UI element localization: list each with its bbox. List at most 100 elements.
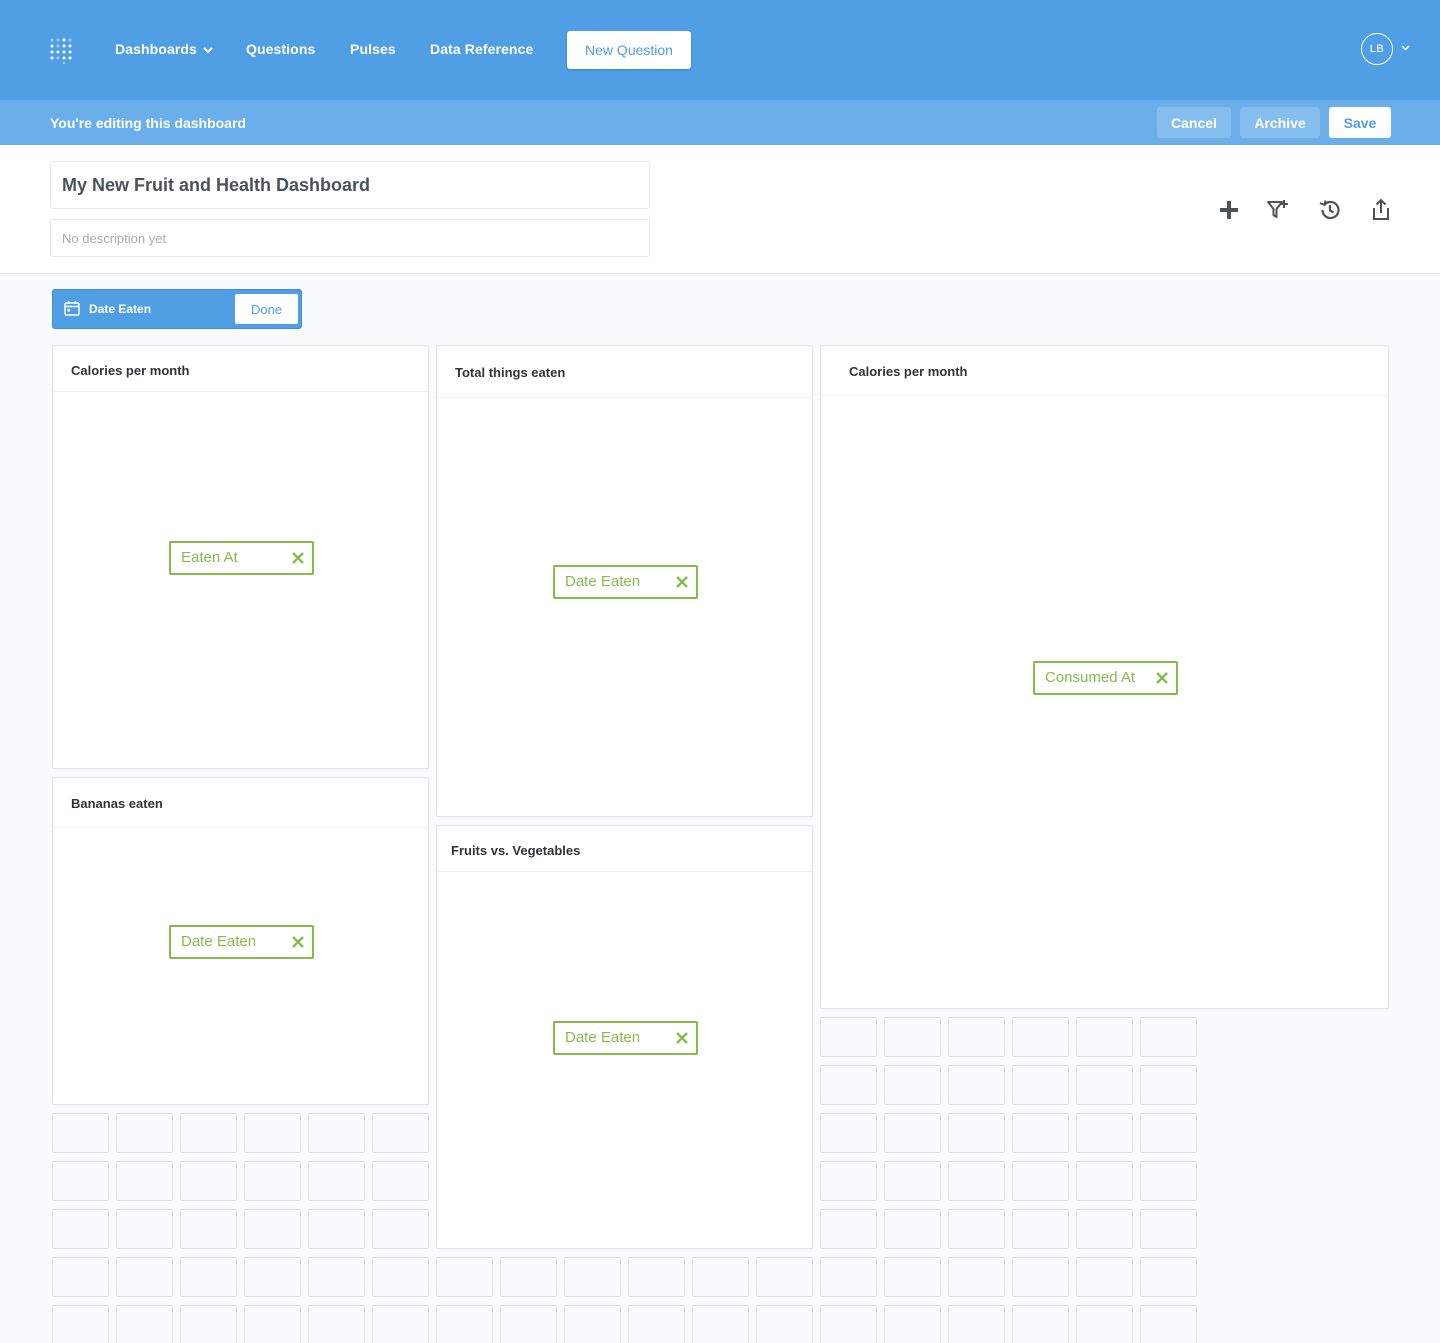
- card-header: Fruits vs. Vegetables: [437, 826, 812, 872]
- grid-placeholder-cell: [884, 1257, 941, 1297]
- grid-placeholder-cell: [1012, 1017, 1069, 1057]
- parameter-mapping-target[interactable]: Date Eaten: [553, 565, 698, 599]
- grid-placeholder-cell: [820, 1305, 877, 1343]
- grid-placeholder-cell: [52, 1113, 109, 1153]
- top-nav: Dashboards Questions Pulses Data Referen…: [0, 0, 1440, 100]
- add-filter-icon[interactable]: [1266, 198, 1290, 222]
- editing-message: You're editing this dashboard: [50, 115, 246, 131]
- card-header: Bananas eaten: [53, 778, 428, 828]
- grid-placeholder-cell: [116, 1113, 173, 1153]
- grid-placeholder-cell: [244, 1161, 301, 1201]
- history-icon[interactable]: [1318, 198, 1342, 222]
- save-button[interactable]: Save: [1329, 107, 1391, 138]
- dashboard-description-input[interactable]: [50, 219, 650, 257]
- grid-placeholder-cell: [180, 1161, 237, 1201]
- grid-placeholder-cell: [52, 1209, 109, 1249]
- grid-placeholder-cell: [884, 1305, 941, 1343]
- parameter-mapping-target[interactable]: Eaten At: [169, 541, 314, 575]
- grid-placeholder-cell: [756, 1257, 813, 1297]
- nav-pulses[interactable]: Pulses: [350, 41, 396, 57]
- grid-placeholder-cell: [372, 1161, 429, 1201]
- grid-placeholder-cell: [1140, 1017, 1197, 1057]
- dashcard-bananas-eaten[interactable]: Bananas eaten Date Eaten: [52, 777, 429, 1105]
- grid-placeholder-cell: [948, 1305, 1005, 1343]
- grid-placeholder-cell: [1140, 1065, 1197, 1105]
- grid-placeholder-cell: [372, 1305, 429, 1343]
- grid-placeholder-cell: [52, 1161, 109, 1201]
- grid-placeholder-cell: [756, 1305, 813, 1343]
- grid-placeholder-cell: [1012, 1257, 1069, 1297]
- grid-placeholder-cell: [884, 1017, 941, 1057]
- grid-placeholder-cell: [1076, 1209, 1133, 1249]
- metabase-logo-icon[interactable]: [49, 36, 77, 64]
- parameter-widget-date-eaten[interactable]: Date Eaten Done: [52, 289, 302, 329]
- grid-placeholder-cell: [1076, 1161, 1133, 1201]
- close-icon[interactable]: [292, 552, 304, 564]
- parameter-mapping-target[interactable]: Date Eaten: [553, 1021, 698, 1055]
- dashcard-calories-per-month[interactable]: Calories per month Eaten At: [52, 345, 429, 769]
- cancel-button[interactable]: Cancel: [1157, 107, 1231, 138]
- grid-placeholder-cell: [564, 1305, 621, 1343]
- grid-placeholder-cell: [244, 1305, 301, 1343]
- parameter-mapping-target[interactable]: Consumed At: [1033, 661, 1178, 695]
- grid-placeholder-cell: [244, 1257, 301, 1297]
- close-icon[interactable]: [292, 936, 304, 948]
- mapping-field-label: Date Eaten: [565, 1029, 641, 1046]
- grid-placeholder-cell: [820, 1065, 877, 1105]
- share-icon[interactable]: [1369, 198, 1393, 222]
- grid-placeholder-cell: [628, 1305, 685, 1343]
- parameter-mapping-target[interactable]: Date Eaten: [169, 925, 314, 959]
- dashcard-calories-per-month-2[interactable]: Calories per month Consumed At: [820, 345, 1389, 1009]
- grid-placeholder-cell: [948, 1209, 1005, 1249]
- grid-placeholder-cell: [372, 1257, 429, 1297]
- grid-placeholder-cell: [1012, 1113, 1069, 1153]
- avatar[interactable]: LB: [1361, 33, 1393, 65]
- mapping-field-label: Date Eaten: [181, 933, 257, 950]
- nav-questions[interactable]: Questions: [246, 41, 315, 57]
- grid-placeholder-cell: [1140, 1305, 1197, 1343]
- grid-placeholder-cell: [116, 1257, 173, 1297]
- grid-placeholder-cell: [948, 1017, 1005, 1057]
- grid-placeholder-cell: [1012, 1305, 1069, 1343]
- archive-button[interactable]: Archive: [1240, 107, 1320, 138]
- grid-placeholder-cell: [244, 1209, 301, 1249]
- nav-data-reference[interactable]: Data Reference: [430, 41, 533, 57]
- card-title: Fruits vs. Vegetables: [451, 843, 581, 858]
- grid-placeholder-cell: [308, 1257, 365, 1297]
- card-header: Calories per month: [53, 346, 428, 392]
- nav-dashboards[interactable]: Dashboards: [115, 41, 213, 57]
- grid-placeholder-cell: [820, 1017, 877, 1057]
- grid-placeholder-cell: [116, 1161, 173, 1201]
- grid-placeholder-cell: [820, 1257, 877, 1297]
- close-icon[interactable]: [1156, 672, 1168, 684]
- add-card-icon[interactable]: [1217, 198, 1241, 222]
- grid-placeholder-cell: [180, 1113, 237, 1153]
- new-question-button[interactable]: New Question: [567, 31, 691, 69]
- mapping-field-label: Date Eaten: [565, 573, 641, 590]
- grid-placeholder-cell: [1076, 1257, 1133, 1297]
- parameter-done-button[interactable]: Done: [235, 294, 298, 324]
- close-icon[interactable]: [676, 1032, 688, 1044]
- grid-placeholder-cell: [692, 1305, 749, 1343]
- grid-placeholder-cell: [692, 1257, 749, 1297]
- grid-placeholder-cell: [628, 1257, 685, 1297]
- grid-placeholder-cell: [1076, 1113, 1133, 1153]
- grid-placeholder-cell: [308, 1209, 365, 1249]
- close-icon[interactable]: [676, 576, 688, 588]
- card-title: Total things eaten: [455, 365, 566, 380]
- grid-placeholder-cell: [948, 1113, 1005, 1153]
- grid-placeholder-cell: [500, 1305, 557, 1343]
- grid-placeholder-cell: [52, 1257, 109, 1297]
- grid-placeholder-cell: [1140, 1209, 1197, 1249]
- chevron-down-icon: [203, 47, 213, 54]
- dashcard-total-things-eaten[interactable]: Total things eaten Date Eaten: [436, 345, 813, 817]
- grid-placeholder-cell: [820, 1209, 877, 1249]
- chevron-down-icon[interactable]: [1401, 45, 1410, 51]
- grid-placeholder-cell: [820, 1161, 877, 1201]
- grid-placeholder-cell: [180, 1305, 237, 1343]
- grid-placeholder-cell: [244, 1113, 301, 1153]
- card-header: Calories per month: [821, 346, 1388, 396]
- dashboard-title-input[interactable]: [50, 161, 650, 209]
- dashcard-fruits-vs-vegetables[interactable]: Fruits vs. Vegetables Date Eaten: [436, 825, 813, 1249]
- grid-placeholder-cell: [308, 1161, 365, 1201]
